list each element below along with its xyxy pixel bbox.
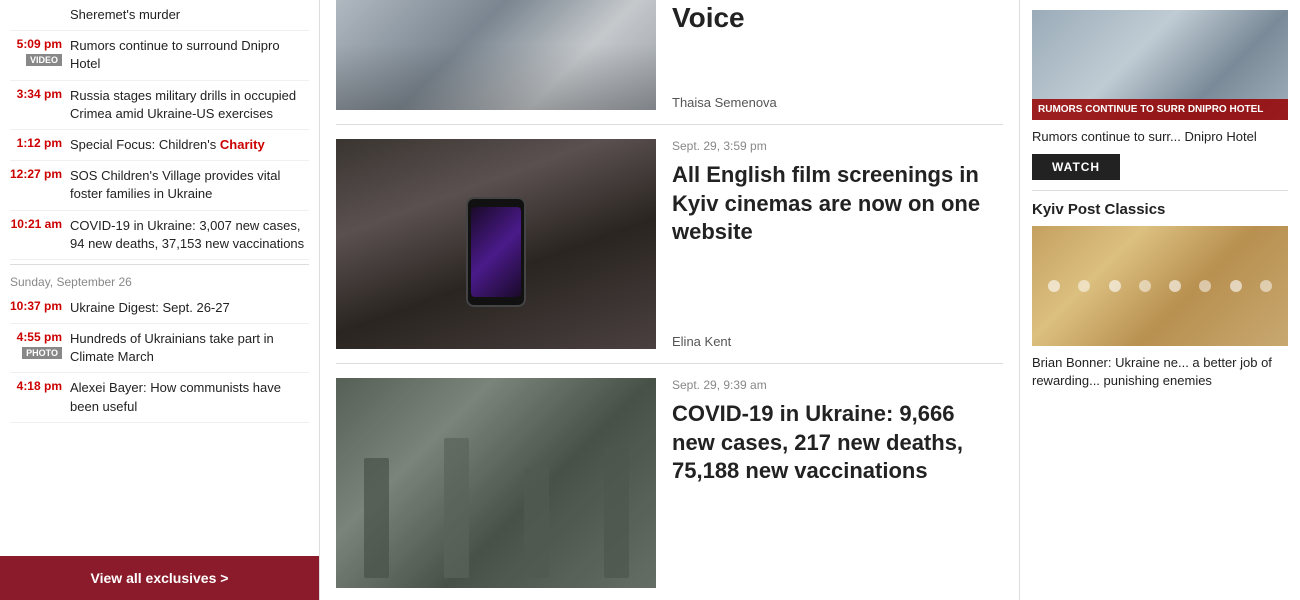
article-image [336, 139, 656, 349]
list-item[interactable]: 10:21 am COVID-19 in Ukraine: 3,007 new … [10, 211, 309, 260]
right-news-image: RUMORS CONTINUE TO SURR DNIPRO HOTEL [1032, 10, 1288, 120]
right-news-text: Rumors continue to surr... Dnipro Hotel [1032, 128, 1288, 146]
item-time: 10:37 pm [10, 299, 62, 313]
list-item[interactable]: Sheremet's murder [10, 0, 309, 31]
item-time: 12:27 pm [10, 167, 62, 181]
article-body: Sept. 29, 3:59 pm All English film scree… [672, 139, 1003, 349]
item-title: SOS Children's Village provides vital fo… [70, 167, 309, 203]
item-title: Ukraine Digest: Sept. 26-27 [70, 299, 230, 317]
article-body: Voice Thaisa Semenova [672, 0, 1003, 110]
item-time: 4:55 pm [17, 330, 62, 344]
sidebar-news-list: Sheremet's murder 5:09 pm VIDEO Rumors c… [0, 0, 319, 556]
article-image [336, 0, 656, 110]
watch-button[interactable]: WATCH [1032, 154, 1120, 180]
list-item[interactable]: 12:27 pm SOS Children's Village provides… [10, 161, 309, 210]
list-item[interactable]: 5:09 pm VIDEO Rumors continue to surroun… [10, 31, 309, 80]
left-sidebar: Sheremet's murder 5:09 pm VIDEO Rumors c… [0, 0, 320, 600]
item-title: Sheremet's murder [70, 6, 180, 24]
article-row: Sept. 29, 9:39 am COVID-19 in Ukraine: 9… [336, 364, 1003, 600]
article-date: Sept. 29, 3:59 pm [672, 139, 1003, 153]
article-row: Sept. 29, 3:59 pm All English film scree… [336, 125, 1003, 364]
article-author: Elina Kent [672, 334, 1003, 349]
list-item[interactable]: 3:34 pm Russia stages military drills in… [10, 81, 309, 130]
item-title: Alexei Bayer: How communists have been u… [70, 379, 309, 415]
main-articles: Voice Thaisa Semenova Sept. 29, 3:59 pm … [320, 0, 1020, 600]
article-author: Thaisa Semenova [672, 95, 1003, 110]
classics-text: Brian Bonner: Ukraine ne... a better job… [1032, 354, 1288, 390]
photo-badge: PHOTO [22, 347, 62, 359]
article-title[interactable]: All English film screenings in Kyiv cine… [672, 161, 1003, 247]
article-row: Voice Thaisa Semenova [336, 0, 1003, 125]
view-all-exclusives-button[interactable]: View all exclusives > [0, 556, 319, 600]
article-title[interactable]: Voice [672, 0, 1003, 36]
article-date: Sept. 29, 9:39 am [672, 378, 1003, 392]
list-item[interactable]: 4:18 pm Alexei Bayer: How communists hav… [10, 373, 309, 422]
classics-image [1032, 226, 1288, 346]
item-time: 1:12 pm [17, 136, 62, 150]
right-classics-section: Kyiv Post Classics [1032, 191, 1288, 400]
right-sidebar: RUMORS CONTINUE TO SURR DNIPRO HOTEL Rum… [1020, 0, 1300, 600]
item-title: Russia stages military drills in occupie… [70, 87, 309, 123]
item-title: COVID-19 in Ukraine: 3,007 new cases, 94… [70, 217, 309, 253]
classics-title: Kyiv Post Classics [1032, 201, 1288, 218]
hotel-overlay-text: RUMORS CONTINUE TO SURR DNIPRO HOTEL [1032, 99, 1288, 120]
item-time: 3:34 pm [17, 87, 62, 101]
item-time: 10:21 am [11, 217, 62, 231]
article-image [336, 378, 656, 588]
item-title: Special Focus: Children's Charity [70, 136, 265, 154]
charity-label: Charity [220, 137, 265, 152]
video-badge: VIDEO [26, 54, 62, 66]
list-item[interactable]: 4:55 pm PHOTO Hundreds of Ukrainians tak… [10, 324, 309, 373]
list-item[interactable]: 10:37 pm Ukraine Digest: Sept. 26-27 [10, 293, 309, 324]
list-item[interactable]: 1:12 pm Special Focus: Children's Charit… [10, 130, 309, 161]
article-body: Sept. 29, 9:39 am COVID-19 in Ukraine: 9… [672, 378, 1003, 588]
right-news-item: RUMORS CONTINUE TO SURR DNIPRO HOTEL Rum… [1032, 0, 1288, 191]
date-separator: Sunday, September 26 [10, 264, 309, 293]
article-title[interactable]: COVID-19 in Ukraine: 9,666 new cases, 21… [672, 400, 1003, 486]
item-title: Hundreds of Ukrainians take part in Clim… [70, 330, 309, 366]
item-time: 5:09 pm [17, 37, 62, 51]
item-title: Rumors continue to surround Dnipro Hotel [70, 37, 309, 73]
item-time: 4:18 pm [17, 379, 62, 393]
